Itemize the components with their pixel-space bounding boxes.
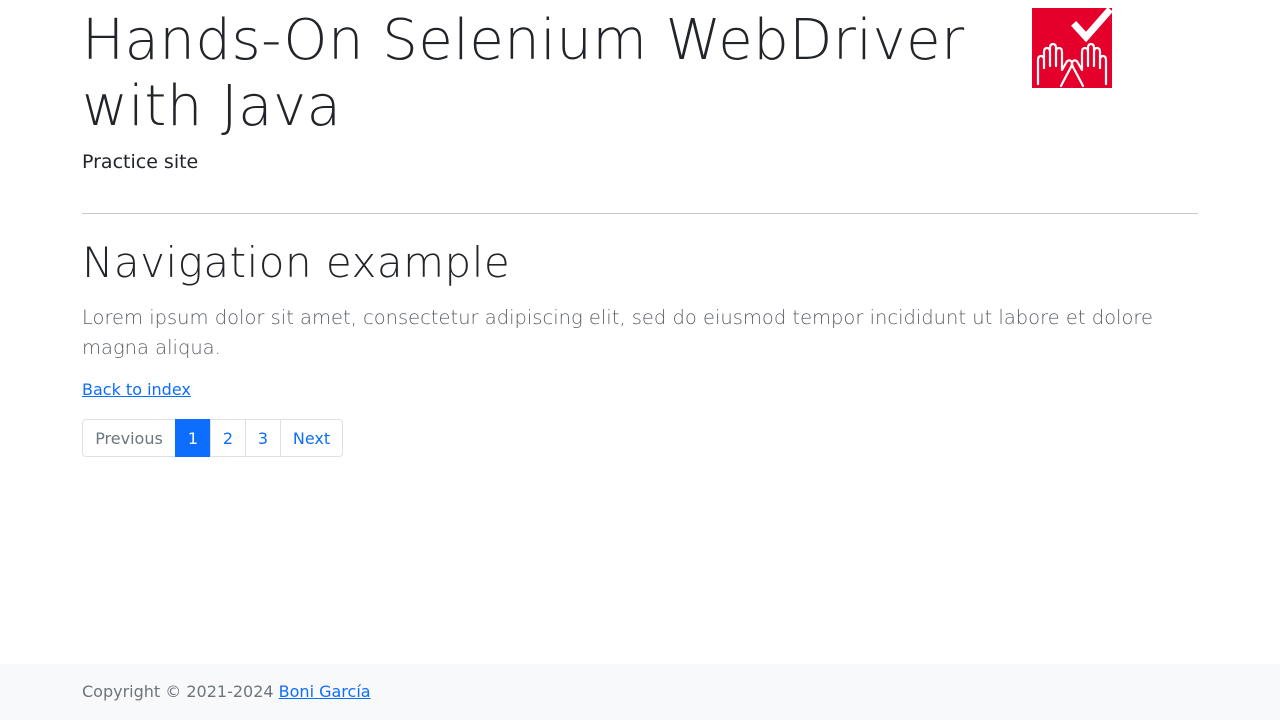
lead-paragraph: Lorem ipsum dolor sit amet, consectetur … [82, 306, 1153, 359]
page-3-link[interactable]: 3 [245, 419, 281, 457]
footer-text: Copyright © 2021-2024 Boni García [82, 682, 371, 702]
pagination: Previous 1 2 3 Next [82, 419, 343, 457]
pagination-item-previous: Previous [82, 419, 176, 457]
pagination-item-1: 1 [175, 419, 211, 457]
main-container: Hands-On Selenium WebDriver with Java Pr… [82, 0, 1198, 457]
site-subtitle: Practice site [82, 151, 199, 173]
site-header: Hands-On Selenium WebDriver with Java Pr… [82, 0, 1198, 214]
site-title: Hands-On Selenium WebDriver with Java [82, 8, 965, 139]
next-button[interactable]: Next [280, 419, 343, 457]
previous-button[interactable]: Previous [82, 419, 176, 457]
selenium-hands-check-logo-icon [1032, 8, 1112, 88]
author-link[interactable]: Boni García [279, 682, 371, 701]
page-heading: Navigation example [82, 238, 511, 287]
page: Hands-On Selenium WebDriver with Java Pr… [0, 0, 1280, 720]
page-1-link[interactable]: 1 [175, 419, 211, 457]
back-to-index-link[interactable]: Back to index [82, 380, 191, 400]
site-footer: Copyright © 2021-2024 Boni García [0, 664, 1280, 720]
pagination-item-next: Next [280, 419, 343, 457]
copyright-text: Copyright © 2021-2024 [82, 682, 274, 701]
page-2-link[interactable]: 2 [210, 419, 246, 457]
pagination-item-2: 2 [210, 419, 246, 457]
pagination-item-3: 3 [245, 419, 281, 457]
